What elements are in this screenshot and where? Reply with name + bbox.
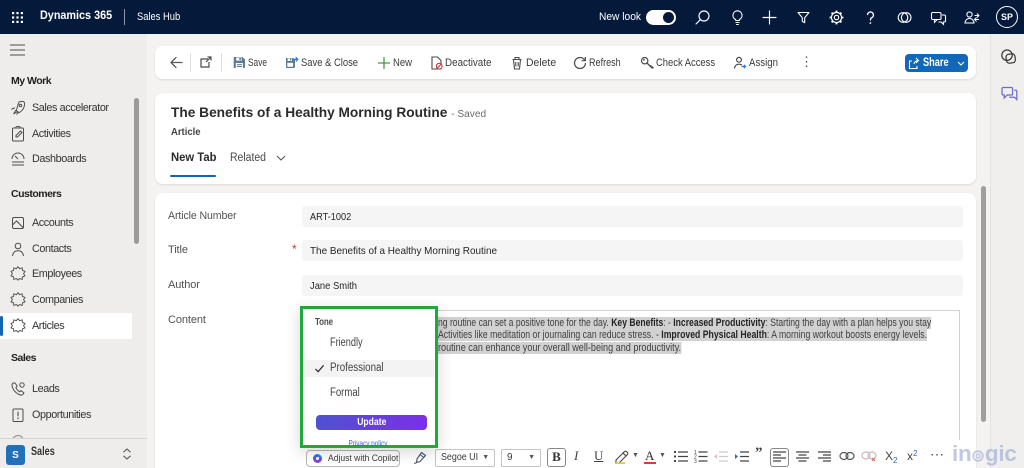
svg-text:3: 3 [694,459,697,463]
